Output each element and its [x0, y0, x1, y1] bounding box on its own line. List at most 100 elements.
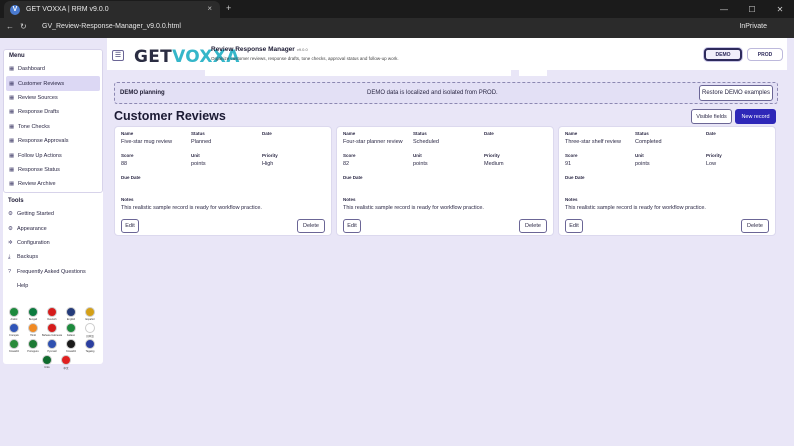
flag-label: Urdu	[44, 366, 50, 369]
prod-button[interactable]: PROD	[747, 48, 783, 61]
flag-icon	[47, 339, 57, 349]
maximize-icon[interactable]: ☐	[738, 0, 766, 18]
field-value: Completed	[635, 139, 662, 145]
delete-button[interactable]: Delete	[741, 219, 769, 233]
sidebar-item-tone-checks[interactable]: ▦ Tone Checks	[4, 120, 102, 134]
language-flag[interactable]: Italiano	[64, 323, 78, 339]
flag-label: 中文	[63, 367, 69, 370]
language-flag[interactable]: 日本語	[83, 323, 97, 339]
inprivate-badge[interactable]: InPrivate	[739, 23, 767, 30]
tab-title: GET VOXXA | RRM v9.0.0	[26, 6, 109, 13]
url-field[interactable]: GV_Review-Response-Manager_v9.0.0.html	[42, 23, 181, 30]
demo-button[interactable]: DEMO	[704, 48, 742, 61]
sidebar-item-customer-reviews[interactable]: ▦ Customer Reviews	[6, 76, 100, 91]
flag-row: Kiswahili Português Русский Kiswahili Tagalo…	[7, 339, 103, 355]
field-label: Due Date	[565, 175, 585, 180]
delete-button[interactable]: Delete	[297, 219, 325, 233]
tools-item-frequently-asked-questions[interactable]: ? Frequently Asked Questions	[3, 265, 103, 279]
field-label: Date	[706, 131, 716, 136]
language-flag[interactable]: Bengali	[26, 307, 40, 323]
language-flag[interactable]: Kiswahili	[7, 339, 21, 355]
tools-item-label: Configuration	[17, 239, 50, 246]
tab-close-icon[interactable]: ×	[207, 4, 212, 13]
field-score: Score 91	[565, 153, 578, 167]
page: Menu ▦ Dashboard ▦ Customer Reviews ▦ Review …	[0, 38, 794, 446]
language-flag[interactable]: 中文	[59, 355, 73, 371]
flag-icon	[47, 307, 57, 317]
sidebar-item-review-sources[interactable]: ▦ Review Sources	[4, 91, 102, 105]
language-flag[interactable]: Русский	[45, 339, 59, 355]
language-flag[interactable]: Kiswahili	[64, 339, 78, 355]
header-tab-strip	[205, 70, 511, 76]
flag-icon	[9, 307, 19, 317]
language-flag[interactable]: Arabic	[7, 307, 21, 323]
field-label: Date	[484, 131, 494, 136]
back-icon[interactable]: ←	[6, 22, 14, 31]
delete-button[interactable]: Delete	[519, 219, 547, 233]
tools-item-appearance[interactable]: ⚙ Appearance	[3, 221, 103, 235]
field-label: Name	[343, 131, 356, 136]
menu-heading: Menu	[9, 53, 25, 59]
language-flag[interactable]: Bahasa Indonesia	[42, 323, 62, 339]
edit-button[interactable]: Edit	[343, 219, 361, 233]
flag-icon	[61, 355, 71, 365]
field-value: 88	[121, 161, 128, 167]
field-label: Priority	[484, 153, 500, 158]
grid-icon: ▦	[9, 80, 15, 87]
language-flag[interactable]: English	[64, 307, 78, 323]
language-flag[interactable]: Português	[26, 339, 40, 355]
sidebar-item-response-approvals[interactable]: ▦ Response Approvals	[4, 134, 102, 148]
sidebar-item-response-status[interactable]: ▦ Response Status	[4, 163, 102, 177]
language-flag[interactable]: Deutsch	[45, 307, 59, 323]
sidebar-item-dashboard[interactable]: ▦ Dashboard	[4, 62, 102, 76]
tools-item-help[interactable]: Help	[3, 279, 103, 293]
field-value: Four-star planner review	[343, 139, 403, 145]
flag-row: Français Hindi Bahasa Indonesia Italiano 日本語	[7, 323, 103, 339]
language-flag[interactable]: Hindi	[26, 323, 40, 339]
flag-icon	[66, 307, 76, 317]
visible-fields-button[interactable]: Visible fields	[691, 109, 732, 124]
flag-icon	[28, 323, 38, 333]
language-flag[interactable]: Español	[83, 307, 97, 323]
language-flag[interactable]: Urdu	[40, 355, 54, 371]
field-score: Score 82	[343, 153, 356, 167]
refresh-icon[interactable]: ↻	[20, 22, 27, 31]
edit-button[interactable]: Edit	[565, 219, 583, 233]
field-value: Three-star shelf review	[565, 139, 621, 145]
flag-label: Bengali	[28, 318, 38, 321]
field-label: Name	[565, 131, 578, 136]
restore-demo-button[interactable]: Restore DEMO examples	[699, 85, 773, 101]
field-date: Date	[262, 131, 272, 139]
record-card: Name Four-star planner review Status Schedu…	[336, 126, 554, 236]
minimize-icon[interactable]: —	[710, 0, 738, 18]
browser-tab[interactable]: V GET VOXXA | RRM v9.0.0 ×	[4, 1, 220, 18]
field-label: Score	[121, 153, 134, 158]
sidebar-item-follow-up-actions[interactable]: ▦ Follow Up Actions	[4, 148, 102, 162]
tools-item-label: Appearance	[17, 225, 47, 232]
close-window-icon[interactable]: ✕	[766, 0, 794, 18]
tools-item-getting-started[interactable]: ⚙ Getting Started	[3, 207, 103, 221]
flag-icon	[85, 323, 95, 333]
new-tab-icon[interactable]: +	[226, 3, 231, 13]
tools-item-backups[interactable]: ⤓ Backups	[3, 250, 103, 264]
language-flag[interactable]: Tagalog	[83, 339, 97, 355]
edit-button[interactable]: Edit	[121, 219, 139, 233]
field-priority: Priority Medium	[484, 153, 504, 167]
tools-item-configuration[interactable]: ✲ Configuration	[3, 236, 103, 250]
question-icon: ?	[8, 268, 12, 275]
field-priority: Priority High	[262, 153, 278, 167]
field-priority: Priority Low	[706, 153, 722, 167]
grid-icon: ▦	[9, 94, 15, 101]
menu-toggle-icon[interactable]: ☰	[112, 50, 124, 61]
sidebar-item-response-drafts[interactable]: ▦ Response Drafts	[4, 105, 102, 119]
flag-icon	[66, 323, 76, 333]
flag-label: Tagalog	[85, 350, 95, 353]
tools-item-label: Backups	[17, 254, 39, 261]
field-value: This realistic sample record is ready fo…	[343, 205, 484, 211]
grid-icon: ▦	[9, 152, 15, 159]
flag-icon	[66, 339, 76, 349]
new-record-button[interactable]: New record	[735, 109, 776, 124]
sidebar-item-review-archive[interactable]: ▦ Review Archive	[4, 177, 102, 191]
tools-item-label: Getting Started	[17, 211, 54, 218]
language-flag[interactable]: Français	[7, 323, 21, 339]
